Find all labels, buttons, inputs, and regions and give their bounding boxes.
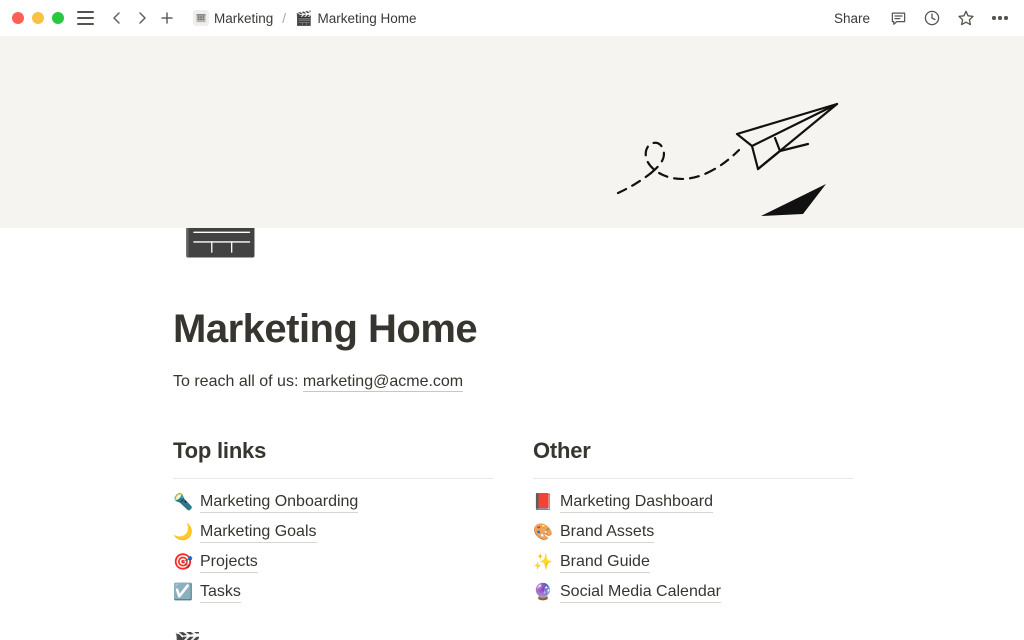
close-window-button[interactable]	[12, 12, 24, 24]
forward-icon[interactable]	[131, 7, 153, 29]
intro-prefix-text: To reach all of us:	[173, 373, 303, 390]
page-icon-clapper-board[interactable]: 🎬	[176, 228, 263, 254]
checkbox-icon: ☑️	[173, 584, 193, 601]
link-label[interactable]: Projects	[200, 553, 258, 573]
list-item[interactable]: 🎯 Projects	[173, 548, 493, 578]
list-item[interactable]: ✨ Brand Guide	[533, 548, 853, 578]
link-label[interactable]: Brand Assets	[560, 523, 655, 543]
column-heading-other: Other	[533, 438, 591, 463]
column-other: Other 📕 Marketing Dashboard 🎨 Brand Asse…	[533, 438, 853, 608]
page-title[interactable]: Marketing Home	[173, 306, 924, 352]
breadcrumb-workspace-label: Marketing	[214, 10, 274, 26]
list-item[interactable]: 🌙 Marketing Goals	[173, 518, 493, 548]
flashlight-icon: 🔦	[173, 494, 193, 511]
link-label[interactable]: Brand Guide	[560, 553, 650, 573]
link-columns: Top links 🔦 Marketing Onboarding 🌙 Marke…	[173, 438, 924, 608]
list-item[interactable]: 📕 Marketing Dashboard	[533, 488, 853, 518]
link-label[interactable]: Social Media Calendar	[560, 583, 721, 603]
sidebar-toggle-icon[interactable]	[77, 11, 94, 25]
sparkles-icon: ✨	[533, 554, 553, 571]
link-label[interactable]: Marketing Goals	[200, 523, 317, 543]
target-icon: 🎯	[173, 554, 193, 571]
crystal-ball-icon: 🔮	[533, 584, 553, 601]
intro-paragraph: To reach all of us: marketing@acme.com	[173, 370, 924, 394]
navigation-controls	[106, 7, 178, 29]
column-top-links: Top links 🔦 Marketing Onboarding 🌙 Marke…	[173, 438, 493, 608]
column-divider	[173, 478, 493, 479]
clapper-board-icon: 🎬	[295, 10, 313, 26]
column-divider	[533, 478, 853, 479]
clapper-board-icon: 🎬	[173, 632, 199, 640]
more-horizontal-icon[interactable]	[990, 8, 1010, 28]
share-button[interactable]: Share	[830, 9, 874, 28]
page-cover-banner[interactable]	[0, 36, 1024, 228]
below-fold-block-peek[interactable]: 🎬	[173, 632, 199, 640]
top-links-list: 🔦 Marketing Onboarding 🌙 Marketing Goals…	[173, 488, 493, 608]
breadcrumb-item-page[interactable]: 🎬 Marketing Home	[292, 10, 419, 27]
column-heading-top-links: Top links	[173, 438, 267, 463]
star-icon[interactable]	[956, 8, 976, 28]
link-label[interactable]: Marketing Dashboard	[560, 493, 713, 513]
window-titlebar: Marketing / 🎬 Marketing Home Share	[0, 0, 1024, 36]
list-item[interactable]: ☑️ Tasks	[173, 578, 493, 608]
breadcrumb-separator: /	[282, 10, 287, 26]
other-links-list: 📕 Marketing Dashboard 🎨 Brand Assets ✨ B…	[533, 488, 853, 608]
artist-palette-icon: 🎨	[533, 524, 553, 541]
comment-bubble-icon[interactable]	[888, 8, 908, 28]
breadcrumb: Marketing / 🎬 Marketing Home	[190, 9, 420, 27]
list-item[interactable]: 🔮 Social Media Calendar	[533, 578, 853, 608]
breadcrumb-item-workspace[interactable]: Marketing	[190, 9, 276, 27]
link-label[interactable]: Tasks	[200, 583, 241, 603]
new-page-plus-icon[interactable]	[156, 7, 178, 29]
list-item[interactable]: 🎨 Brand Assets	[533, 518, 853, 548]
window-traffic-lights	[12, 12, 64, 24]
back-icon[interactable]	[106, 7, 128, 29]
closed-book-icon: 📕	[533, 494, 553, 511]
contact-email-link[interactable]: marketing@acme.com	[302, 373, 464, 392]
crescent-moon-icon: 🌙	[173, 524, 193, 541]
workspace-building-icon	[193, 10, 209, 26]
list-item[interactable]: 🔦 Marketing Onboarding	[173, 488, 493, 518]
minimize-window-button[interactable]	[32, 12, 44, 24]
link-label[interactable]: Marketing Onboarding	[200, 493, 359, 513]
clock-history-icon[interactable]	[922, 8, 942, 28]
titlebar-actions: Share	[830, 8, 1010, 28]
maximize-window-button[interactable]	[52, 12, 64, 24]
paper-airplane-illustration	[616, 102, 839, 216]
breadcrumb-page-label: Marketing Home	[317, 10, 417, 26]
page-content: 🎬 Marketing Home To reach all of us: mar…	[0, 228, 1024, 640]
